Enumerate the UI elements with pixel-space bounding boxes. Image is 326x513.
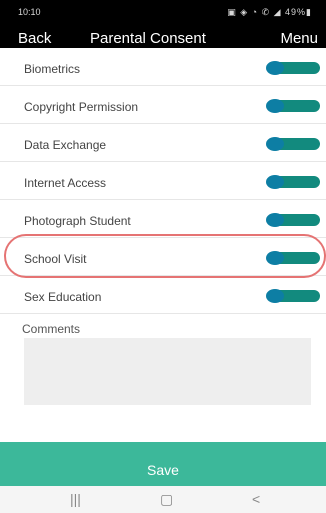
consent-row-biometrics: Biometrics [0,48,326,86]
consent-label: Photograph Student [24,214,131,228]
data-exchange-toggle[interactable] [266,137,320,151]
status-icons: ▣ ◈ ◔ ✆ ◢ 49%▮ [227,7,312,17]
consent-row-sex-education: Sex Education [0,276,326,314]
status-time: 10:10 [18,7,41,17]
recent-apps-icon[interactable]: ||| [70,491,81,507]
status-bar: 10:10 ▣ ◈ ◔ ✆ ◢ 49%▮ [0,0,326,24]
highlight-circle [4,234,326,278]
save-button[interactable]: Save [0,442,326,486]
menu-button[interactable]: Menu [280,30,318,47]
back-nav-icon[interactable]: < [252,491,260,507]
biometrics-toggle[interactable] [266,61,320,75]
back-button[interactable]: Back [18,30,51,47]
nav-bar: Back Parental Consent Menu [0,24,326,48]
page-title: Parental Consent [90,30,206,47]
consent-row-copyright-permission: Copyright Permission [0,86,326,124]
consent-row-photograph-student: Photograph Student [0,200,326,238]
copyright-permission-toggle[interactable] [266,99,320,113]
android-nav-bar: ||| ▢ < [0,486,326,513]
save-button-label: Save [147,462,179,478]
consent-label: Biometrics [24,62,81,76]
photograph-student-toggle[interactable] [266,213,320,227]
consent-label: Copyright Permission [24,100,139,114]
comments-input[interactable] [24,338,311,405]
sex-education-toggle[interactable] [266,289,320,303]
internet-access-toggle[interactable] [266,175,320,189]
home-icon[interactable]: ▢ [160,491,173,508]
consent-row-data-exchange: Data Exchange [0,124,326,162]
consent-label: Sex Education [24,290,102,304]
consent-row-internet-access: Internet Access [0,162,326,200]
consent-label: Internet Access [24,176,107,190]
consent-label: Data Exchange [24,138,107,152]
comments-label: Comments [22,322,81,336]
